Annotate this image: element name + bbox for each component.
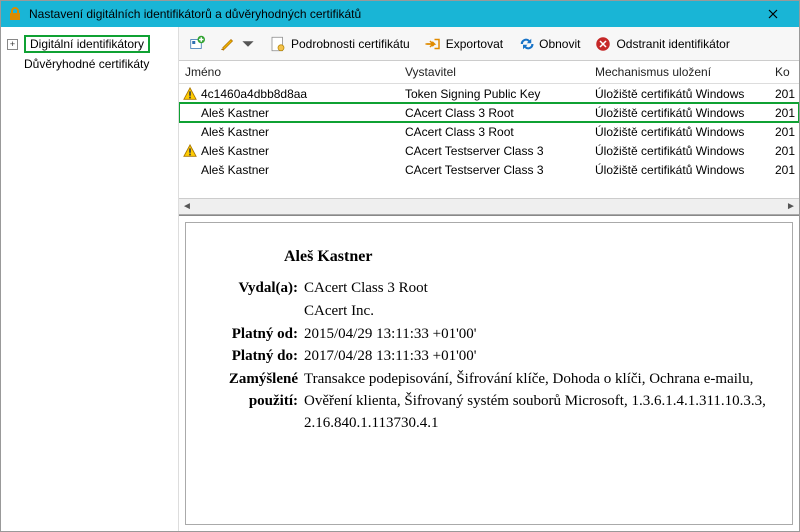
usage-label: Zamýšlené použití:: [206, 369, 298, 413]
table-row[interactable]: Aleš Kastner CAcert Class 3 RootÚložiště…: [179, 122, 799, 141]
lock-icon: [7, 6, 23, 22]
sidebar-item-label: Důvěryhodné certifikáty: [24, 57, 149, 71]
toolbar-label: Exportovat: [446, 37, 503, 51]
table-header: Jméno Vystavitel Mechanismus uložení Ko: [179, 61, 799, 84]
cert-details-button[interactable]: Podrobnosti certifikátu: [269, 35, 410, 53]
scroll-left-icon[interactable]: ◄: [179, 201, 195, 212]
table-row[interactable]: Aleš Kastner CAcert Testserver Class 3Úl…: [179, 141, 799, 160]
issued-by-value: CAcert Class 3 Root: [304, 278, 772, 300]
scroll-right-icon[interactable]: ►: [783, 201, 799, 212]
valid-from-label: Platný od:: [206, 324, 298, 346]
col-header-name[interactable]: Jméno: [179, 61, 399, 83]
cell-name: Aleš Kastner: [201, 106, 269, 120]
window-title: Nastavení digitálních identifikátorů a d…: [29, 7, 753, 21]
toolbar-label: Obnovit: [539, 37, 580, 51]
export-button[interactable]: Exportovat: [424, 35, 503, 53]
issued-by-label: Vydal(a):: [206, 278, 298, 300]
sidebar-item-digital-ids[interactable]: + Digitální identifikátory: [5, 33, 174, 55]
details-pane: Aleš Kastner Vydal(a): CAcert Class 3 Roo…: [179, 215, 799, 531]
titlebar: Nastavení digitálních identifikátorů a d…: [1, 1, 799, 27]
toolbar: Podrobnosti certifikátu Exportovat Obnov…: [179, 27, 799, 61]
sidebar-item-trusted-certs[interactable]: Důvěryhodné certifikáty: [22, 55, 174, 73]
refresh-button[interactable]: Obnovit: [517, 35, 580, 53]
cell-end: 201: [769, 159, 799, 181]
warning-icon: [183, 87, 197, 101]
toolbar-label: Podrobnosti certifikátu: [291, 37, 410, 51]
remove-id-button[interactable]: Odstranit identifikátor: [594, 35, 729, 53]
add-id-button[interactable]: [187, 35, 205, 53]
cell-name: 4c1460a4dbb8d8aa: [201, 87, 307, 101]
sidebar: + Digitální identifikátory Důvěryhodné c…: [1, 27, 179, 531]
col-header-end[interactable]: Ko: [769, 61, 799, 83]
toolbar-label: Odstranit identifikátor: [616, 37, 729, 51]
horizontal-scrollbar[interactable]: ◄ ►: [179, 198, 799, 214]
valid-from-value: 2015/04/29 13:11:33 +01'00': [304, 324, 772, 346]
issued-by-org: CAcert Inc.: [304, 301, 772, 323]
col-header-issuer[interactable]: Vystavitel: [399, 61, 589, 83]
cell-name: Aleš Kastner: [201, 144, 269, 158]
usage-value: Transakce podepisování, Šifrování klíče,…: [304, 369, 772, 434]
edit-button[interactable]: [219, 35, 255, 53]
table-row[interactable]: Aleš Kastner CAcert Class 3 RootÚložiště…: [179, 103, 799, 122]
col-header-store[interactable]: Mechanismus uložení: [589, 61, 769, 83]
details-content: Aleš Kastner Vydal(a): CAcert Class 3 Roo…: [185, 222, 793, 525]
table-row[interactable]: 4c1460a4dbb8d8aaToken Signing Public Key…: [179, 84, 799, 103]
cell-name: Aleš Kastner: [201, 125, 269, 139]
cell-store: Úložiště certifikátů Windows: [589, 159, 769, 181]
cell-issuer: CAcert Testserver Class 3: [399, 159, 589, 181]
valid-to-value: 2017/04/28 13:11:33 +01'00': [304, 346, 772, 368]
close-button[interactable]: [753, 4, 793, 24]
valid-to-label: Platný do:: [206, 346, 298, 368]
cert-table: Jméno Vystavitel Mechanismus uložení Ko …: [179, 61, 799, 215]
table-row[interactable]: Aleš Kastner CAcert Testserver Class 3Úl…: [179, 160, 799, 179]
warning-icon: [183, 144, 197, 158]
expand-icon[interactable]: +: [7, 39, 18, 50]
cert-subject: Aleš Kastner: [284, 245, 772, 268]
sidebar-item-label: Digitální identifikátory: [24, 35, 150, 53]
cell-name: Aleš Kastner: [201, 163, 269, 177]
